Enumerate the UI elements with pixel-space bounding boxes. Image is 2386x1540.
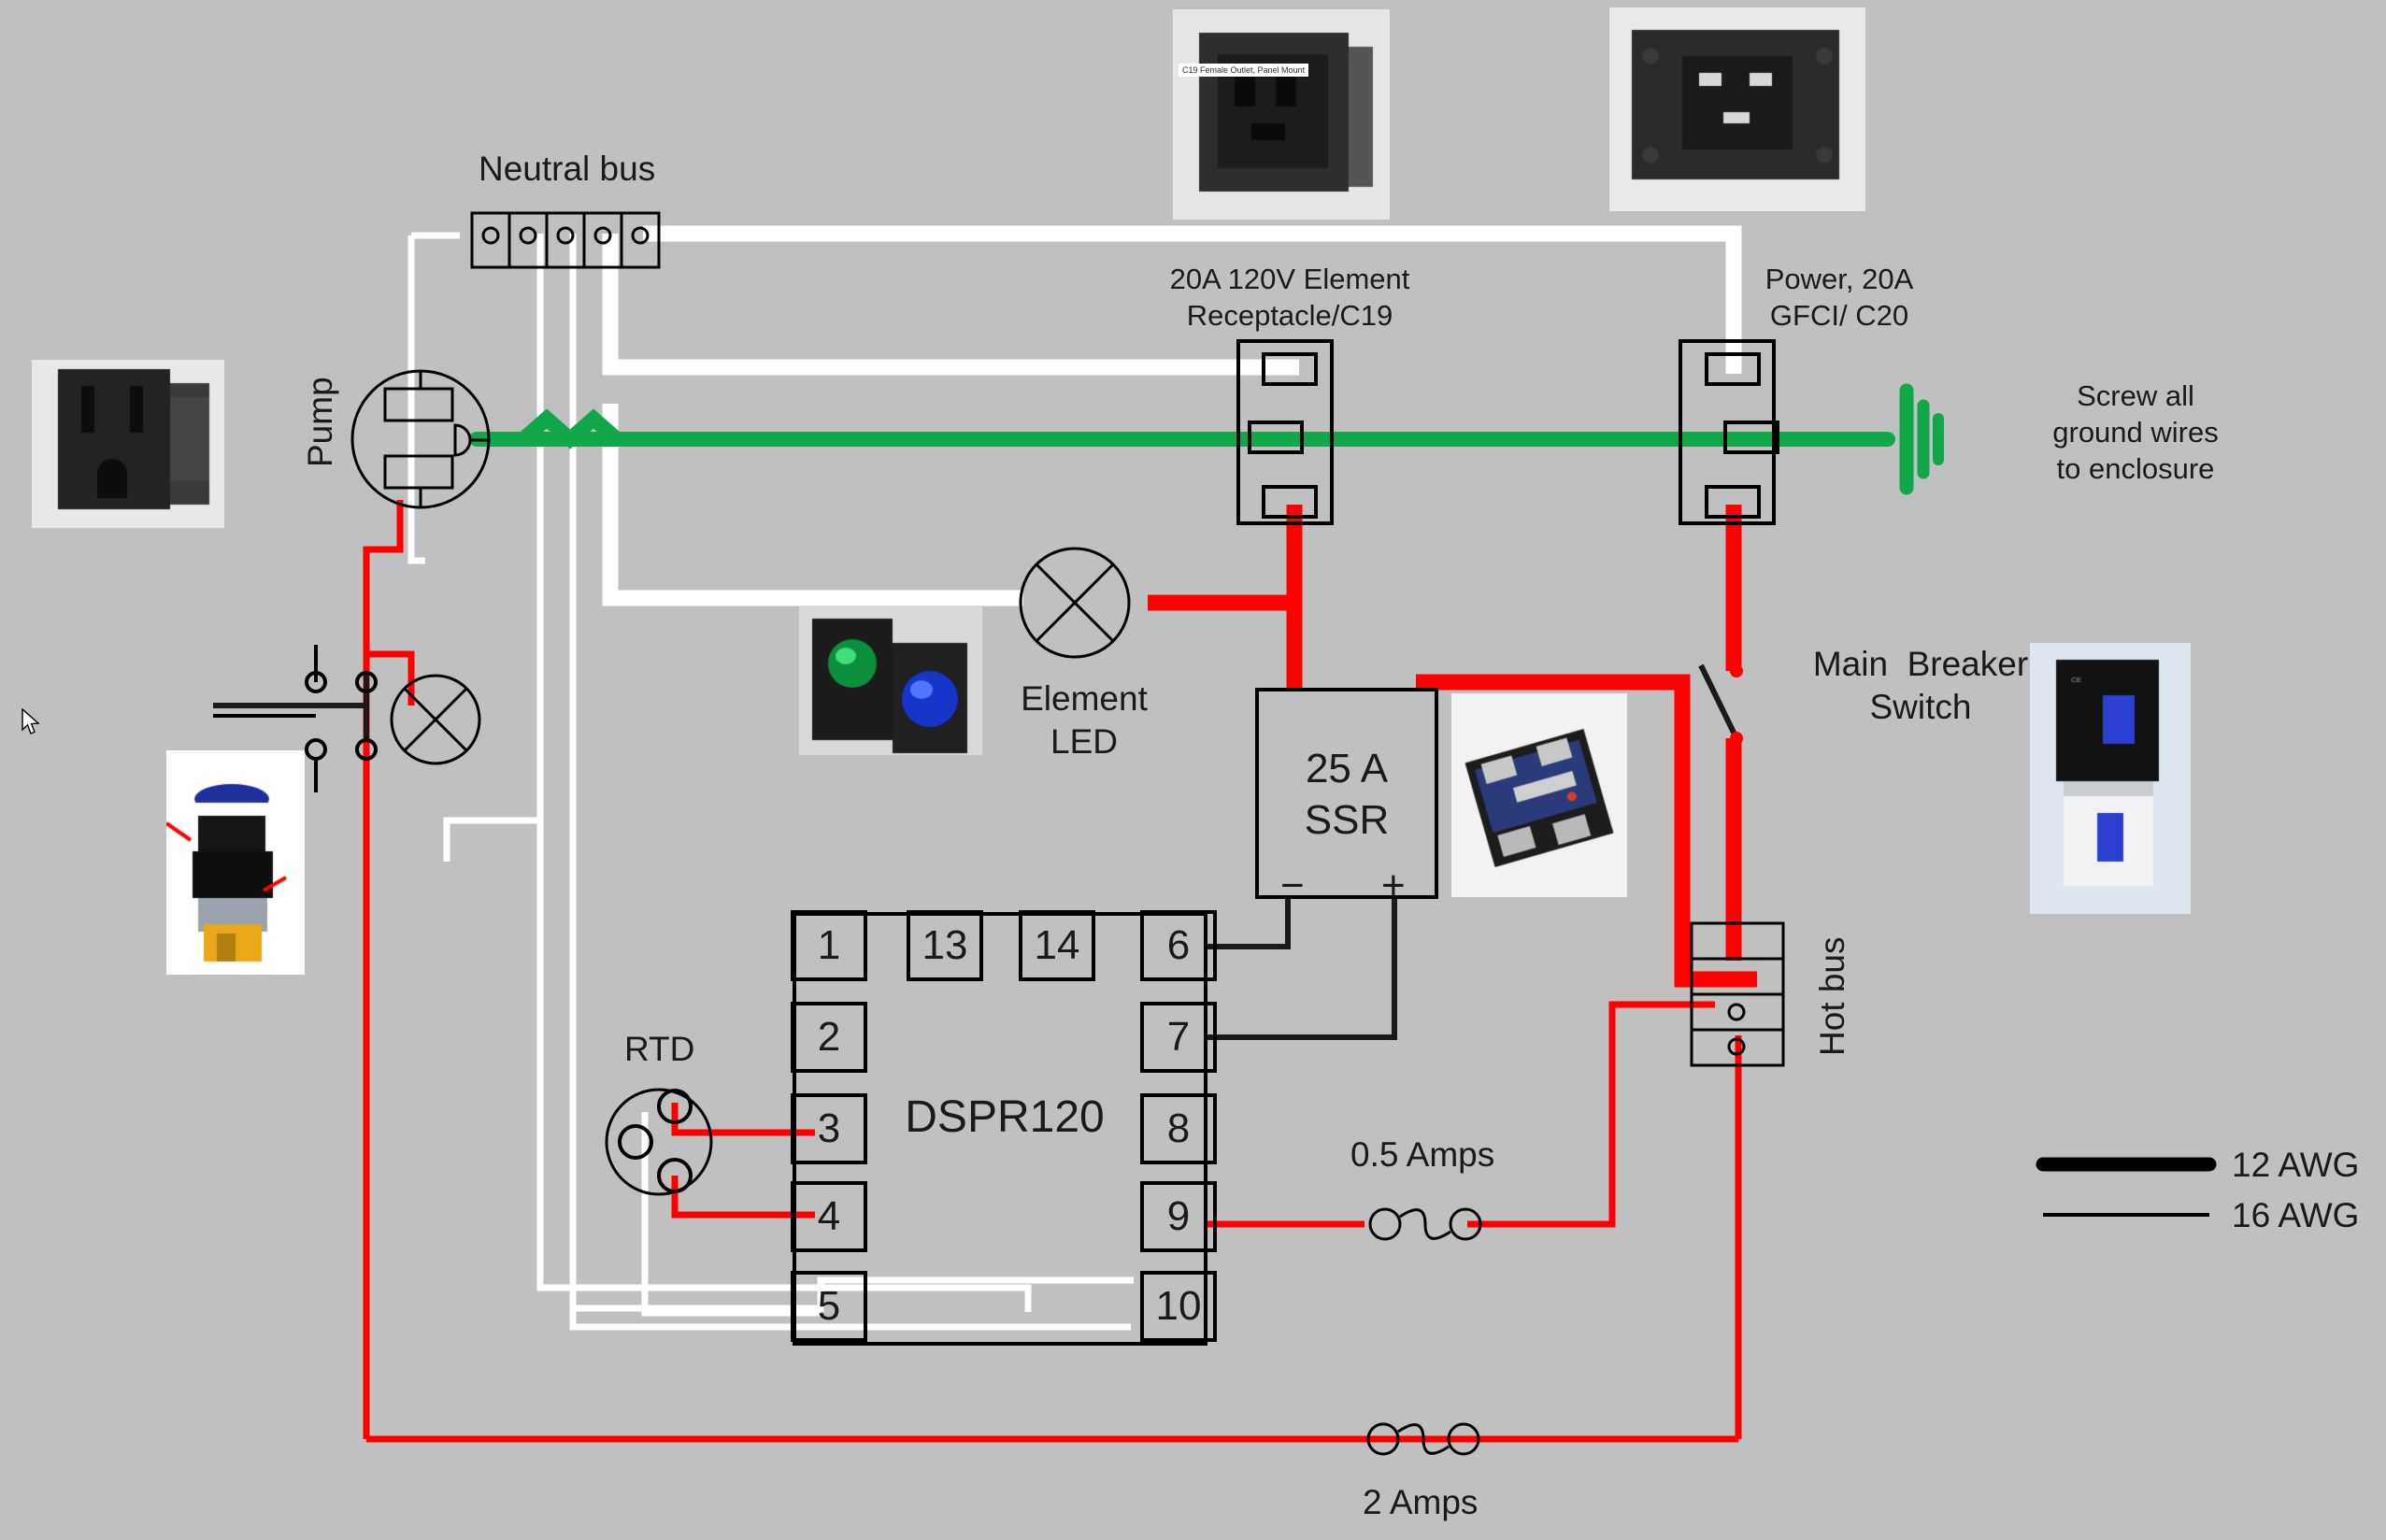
- fuse-2a-label: 2 Amps: [1363, 1483, 1479, 1521]
- terminal-1[interactable]: 1: [791, 910, 867, 981]
- c19-female-outlet-photo: C19 Female Outlet, Panel Mount: [1173, 9, 1390, 220]
- element-led-symbol: [1019, 547, 1131, 659]
- c19-photo-caption: C19 Female Outlet, Panel Mount: [1179, 64, 1309, 77]
- hot-bus-label: Hot bus: [1813, 936, 1851, 1056]
- pump-label: Pump: [301, 377, 339, 467]
- ssr-plus-label: +: [1381, 863, 1406, 908]
- pump-receptacle-symbol[interactable]: [350, 369, 491, 509]
- element-receptacle-label: 20A 120V Element Receptacle/C19: [1169, 263, 1410, 332]
- controller-terminal-group: 1 2 3 4 5 13 14 6 7 8 9 10 DSPR120: [791, 910, 1217, 1344]
- legend-lines: [2036, 1157, 2217, 1217]
- legend-16awg-label: 16 AWG: [2232, 1196, 2360, 1234]
- rtd-label: RTD: [624, 1030, 695, 1068]
- ground-rod-symbol: [1899, 383, 1944, 495]
- terminal-8[interactable]: 8: [1140, 1093, 1217, 1164]
- wiring-diagram-canvas: 1 2 3 4 5 13 14 6 7 8 9 10 DSPR120 Neutr…: [0, 0, 2386, 1540]
- terminal-4[interactable]: 4: [791, 1181, 867, 1252]
- terminal-6[interactable]: 6: [1140, 910, 1217, 981]
- rtd-symbol[interactable]: [605, 1088, 713, 1196]
- fuse-0p5a-label: 0.5 Amps: [1350, 1135, 1495, 1174]
- pushbutton-switch-photo: [166, 750, 305, 975]
- c20-male-inlet-photo: [1609, 7, 1865, 211]
- terminal-10[interactable]: 10: [1140, 1271, 1217, 1342]
- main-breaker-label: Main Breaker Switch: [1812, 645, 2029, 727]
- nema-outlet-photo: [32, 360, 224, 528]
- terminal-5[interactable]: 5: [791, 1271, 867, 1342]
- power-inlet-label: Power, 20A GFCI/ C20: [1764, 263, 1914, 332]
- pump-indicator-lamp-symbol: [390, 674, 481, 765]
- legend-12awg-label: 12 AWG: [2232, 1146, 2360, 1184]
- ssr-module-photo: [1451, 693, 1627, 897]
- terminal-7[interactable]: 7: [1140, 1002, 1217, 1073]
- breaker-switch-photo: [2030, 643, 2191, 914]
- neutral-bus-label: Neutral bus: [479, 150, 656, 188]
- fuse-0p5-amp: [1368, 1207, 1482, 1241]
- ssr-minus-label: −: [1280, 863, 1305, 908]
- terminal-14[interactable]: 14: [1019, 910, 1095, 981]
- terminal-3[interactable]: 3: [791, 1093, 867, 1164]
- element-led-label: Element LED: [1021, 679, 1148, 762]
- controller-name-label: DSPR120: [905, 1092, 1105, 1142]
- indicator-lamps-photo: [799, 606, 982, 755]
- ground-note-label: Screw all ground wires to enclosure: [2052, 379, 2219, 485]
- ground-wires: [469, 408, 1895, 449]
- terminal-13[interactable]: 13: [907, 910, 983, 981]
- ssr-label: 25 A SSR: [1304, 746, 1390, 843]
- terminal-2[interactable]: 2: [791, 1002, 867, 1073]
- terminal-9[interactable]: 9: [1140, 1181, 1217, 1252]
- neutral-bus-block[interactable]: [470, 211, 661, 269]
